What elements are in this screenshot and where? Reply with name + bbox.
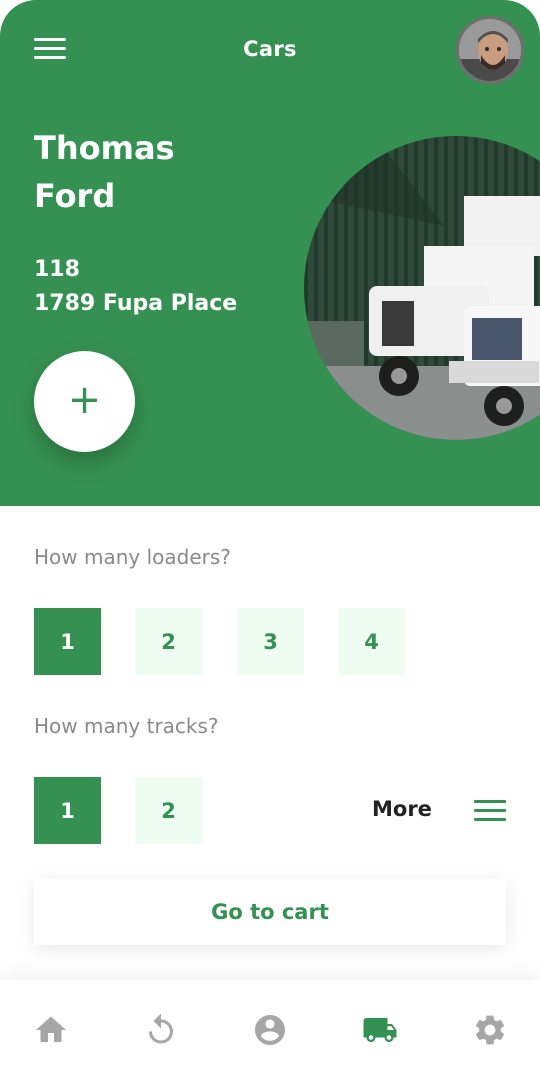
more-menu-icon[interactable] <box>474 800 506 822</box>
go-to-cart-button[interactable]: Go to cart <box>34 879 506 945</box>
loaders-option-3[interactable]: 3 <box>237 608 304 675</box>
loaders-question: How many loaders? <box>34 545 231 569</box>
customer-name: Thomas Ford <box>34 129 175 215</box>
loaders-option-4[interactable]: 4 <box>338 608 405 675</box>
tracks-option-1[interactable]: 1 <box>34 777 101 844</box>
home-icon[interactable] <box>33 1012 69 1048</box>
loaders-option-2[interactable]: 2 <box>135 608 202 675</box>
customer-address: 118 1789 Fupa Place <box>34 257 238 316</box>
settings-icon[interactable] <box>472 1012 508 1048</box>
hero-header: Cars Thomas Ford 118 1789 Fupa Place + <box>0 0 540 506</box>
profile-icon[interactable] <box>252 1012 288 1048</box>
truck-icon[interactable] <box>362 1012 398 1048</box>
tracks-question: How many tracks? <box>34 714 219 738</box>
loaders-option-1[interactable]: 1 <box>34 608 101 675</box>
more-button[interactable]: More <box>372 797 432 821</box>
truck-photo <box>304 136 540 440</box>
add-button[interactable]: + <box>34 351 135 452</box>
avatar[interactable] <box>456 16 524 84</box>
tracks-option-2[interactable]: 2 <box>135 777 202 844</box>
bottom-nav <box>0 980 540 1080</box>
history-icon[interactable] <box>143 1012 179 1048</box>
